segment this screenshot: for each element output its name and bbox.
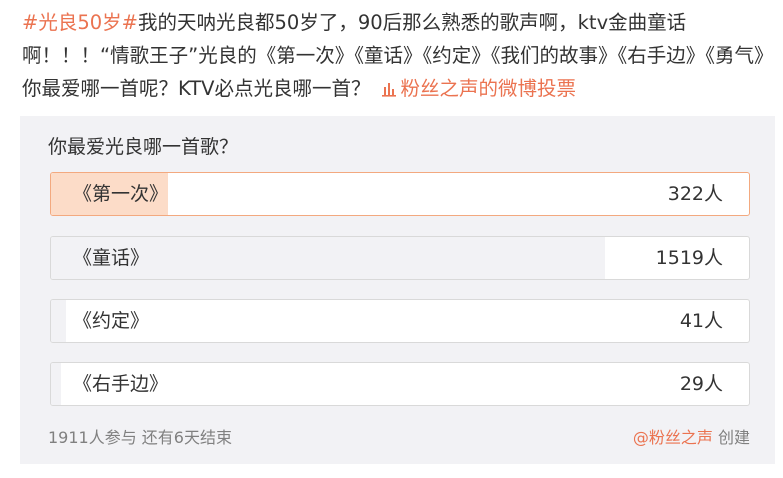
poll-creator: @粉丝之声 创建 bbox=[633, 424, 750, 448]
option-count: 1519人 bbox=[655, 247, 723, 269]
option-result-bar bbox=[51, 363, 62, 405]
poll-question: 你最爱光良哪一首歌？ bbox=[48, 136, 239, 158]
option-label: 《右手边》 bbox=[73, 373, 169, 395]
option-count: 41人 bbox=[679, 310, 723, 332]
poll-stats: 1911人参与 还有6天结束 bbox=[48, 428, 232, 447]
vote-link[interactable]: 粉丝之声的微博投票 bbox=[381, 77, 577, 100]
bar-chart-icon bbox=[381, 83, 396, 97]
poll-footer: 1911人参与 还有6天结束 @粉丝之声 创建 bbox=[48, 422, 750, 448]
poll-option-promise[interactable]: 《约定》 41人 bbox=[50, 299, 750, 343]
option-label: 《约定》 bbox=[73, 310, 150, 332]
vote-link-label: 粉丝之声的微博投票 bbox=[400, 77, 577, 100]
creator-link[interactable]: @粉丝之声 bbox=[633, 428, 713, 447]
option-label: 《童话》 bbox=[73, 247, 150, 269]
option-result-bar bbox=[51, 300, 66, 342]
option-label: 《第一次》 bbox=[73, 183, 169, 205]
option-count: 322人 bbox=[667, 183, 723, 205]
hashtag-link[interactable]: #光良50岁# bbox=[22, 11, 138, 34]
poll-option-right-hand-side[interactable]: 《右手边》 29人 bbox=[50, 362, 750, 406]
poll-card: 你最爱光良哪一首歌？ 《第一次》 322人 《童话》 1519人 《约定》 41… bbox=[20, 116, 775, 464]
option-count: 29人 bbox=[679, 373, 723, 395]
post-text: #光良50岁#我的天呐光良都50岁了，90后那么熟悉的歌声啊，ktv金曲童话啊！… bbox=[22, 6, 772, 105]
creator-suffix: 创建 bbox=[712, 428, 750, 447]
poll-option-first-time[interactable]: 《第一次》 322人 bbox=[50, 172, 750, 216]
poll-option-fairy-tale[interactable]: 《童话》 1519人 bbox=[50, 236, 750, 280]
